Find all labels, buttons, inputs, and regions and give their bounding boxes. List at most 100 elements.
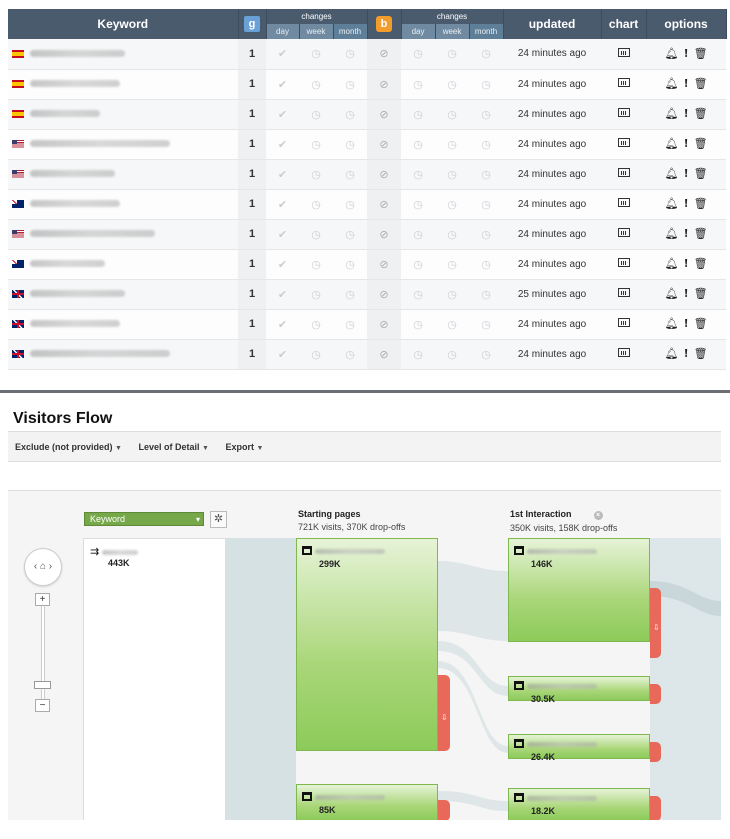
alert-icon[interactable]: ❗︎ bbox=[685, 258, 688, 270]
keyword-cell[interactable] bbox=[8, 339, 238, 370]
keyword-cell[interactable] bbox=[8, 219, 238, 250]
trash-icon[interactable]: 🗑︎ bbox=[694, 48, 708, 60]
exclude-not-provided-menu[interactable]: Exclude (not provided) ▼ bbox=[15, 442, 122, 452]
chart-cell[interactable] bbox=[601, 309, 647, 340]
bell-icon[interactable]: 🔔︎ bbox=[665, 108, 679, 120]
dropoff-bar[interactable] bbox=[650, 684, 661, 704]
bar-chart-icon[interactable] bbox=[617, 138, 630, 147]
chart-cell[interactable] bbox=[601, 99, 647, 130]
bell-icon[interactable]: 🔔︎ bbox=[665, 258, 679, 270]
chart-cell[interactable] bbox=[601, 249, 647, 280]
table-row[interactable]: 1 ✔ ◷ ◷ ⊘ ◷ ◷ ◷ 24 minutes ago 🔔︎ ❗︎ 🗑︎ bbox=[8, 99, 727, 130]
bar-chart-icon[interactable] bbox=[617, 258, 630, 267]
bar-chart-icon[interactable] bbox=[617, 318, 630, 327]
table-row[interactable]: 1 ✔ ◷ ◷ ⊘ ◷ ◷ ◷ 24 minutes ago 🔔︎ ❗︎ 🗑︎ bbox=[8, 309, 727, 340]
trash-icon[interactable]: 🗑︎ bbox=[694, 228, 708, 240]
starting-page-node[interactable]: 85K bbox=[296, 784, 438, 820]
chart-cell[interactable] bbox=[601, 219, 647, 250]
table-row[interactable]: 1 ✔ ◷ ◷ ⊘ ◷ ◷ ◷ 24 minutes ago 🔔︎ ❗︎ 🗑︎ bbox=[8, 159, 727, 190]
table-row[interactable]: 1 ✔ ◷ ◷ ⊘ ◷ ◷ ◷ 24 minutes ago 🔔︎ ❗︎ 🗑︎ bbox=[8, 219, 727, 250]
bell-icon[interactable]: 🔔︎ bbox=[665, 168, 679, 180]
header-day[interactable]: day bbox=[401, 24, 436, 39]
interaction-node[interactable]: 26.4K bbox=[508, 734, 650, 762]
keyword-cell[interactable] bbox=[8, 39, 238, 70]
trash-icon[interactable]: 🗑︎ bbox=[694, 318, 708, 330]
alert-icon[interactable]: ❗︎ bbox=[685, 198, 688, 210]
bar-chart-icon[interactable] bbox=[617, 348, 630, 357]
zoom-handle[interactable] bbox=[34, 681, 51, 689]
interaction-node[interactable]: 30.5K bbox=[508, 676, 650, 704]
bell-icon[interactable]: 🔔︎ bbox=[665, 198, 679, 210]
bell-icon[interactable]: 🔔︎ bbox=[665, 288, 679, 300]
header-month[interactable]: month bbox=[333, 24, 368, 39]
alert-icon[interactable]: ❗︎ bbox=[685, 138, 688, 150]
alert-icon[interactable]: ❗︎ bbox=[685, 168, 688, 180]
keyword-cell[interactable] bbox=[8, 309, 238, 340]
bell-icon[interactable]: 🔔︎ bbox=[665, 348, 679, 360]
level-of-detail-menu[interactable]: Level of Detail ▼ bbox=[138, 442, 208, 452]
keyword-cell[interactable] bbox=[8, 69, 238, 100]
chart-cell[interactable] bbox=[601, 129, 647, 160]
interaction-node[interactable]: 146K bbox=[508, 538, 650, 642]
chart-cell[interactable] bbox=[601, 279, 647, 310]
table-row[interactable]: 1 ✔ ◷ ◷ ⊘ ◷ ◷ ◷ 24 minutes ago 🔔︎ ❗︎ 🗑︎ bbox=[8, 339, 727, 370]
header-updated[interactable]: updated bbox=[503, 9, 602, 39]
zoom-in-button[interactable]: + bbox=[35, 593, 50, 606]
dropoff-bar[interactable]: ⇩ bbox=[650, 588, 661, 658]
interaction-node[interactable]: 18.2K bbox=[508, 788, 650, 820]
header-keyword[interactable]: Keyword bbox=[8, 9, 239, 39]
keyword-cell[interactable] bbox=[8, 189, 238, 220]
keyword-cell[interactable] bbox=[8, 129, 238, 160]
chart-cell[interactable] bbox=[601, 69, 647, 100]
dropoff-bar[interactable] bbox=[650, 742, 661, 762]
trash-icon[interactable]: 🗑︎ bbox=[694, 138, 708, 150]
trash-icon[interactable]: 🗑︎ bbox=[694, 78, 708, 90]
alert-icon[interactable]: ❗︎ bbox=[685, 228, 688, 240]
trash-icon[interactable]: 🗑︎ bbox=[694, 348, 708, 360]
close-icon[interactable]: × bbox=[593, 511, 603, 520]
header-week[interactable]: week bbox=[435, 24, 470, 39]
table-row[interactable]: 1 ✔ ◷ ◷ ⊘ ◷ ◷ ◷ 25 minutes ago 🔔︎ ❗︎ 🗑︎ bbox=[8, 279, 727, 310]
header-week[interactable]: week bbox=[299, 24, 334, 39]
trash-icon[interactable]: 🗑︎ bbox=[694, 288, 708, 300]
header-month[interactable]: month bbox=[469, 24, 504, 39]
visitors-flow-canvas[interactable]: Keyword ▾ ✲ Starting pages 721K visits, 3… bbox=[8, 490, 721, 820]
trash-icon[interactable]: 🗑︎ bbox=[694, 198, 708, 210]
gear-icon[interactable]: ✲ bbox=[210, 511, 227, 528]
pan-control[interactable]: ‹ ⌂ › bbox=[24, 548, 62, 586]
chart-cell[interactable] bbox=[601, 339, 647, 370]
bell-icon[interactable]: 🔔︎ bbox=[665, 48, 679, 60]
bar-chart-icon[interactable] bbox=[617, 168, 630, 177]
keyword-cell[interactable] bbox=[8, 279, 238, 310]
bar-chart-icon[interactable] bbox=[617, 228, 630, 237]
dimension-select[interactable]: Keyword ▾ bbox=[84, 512, 204, 526]
alert-icon[interactable]: ❗︎ bbox=[685, 108, 688, 120]
dropoff-bar[interactable]: ⇩ bbox=[438, 675, 450, 751]
alert-icon[interactable]: ❗︎ bbox=[685, 348, 688, 360]
bar-chart-icon[interactable] bbox=[617, 78, 630, 87]
dropoff-bar[interactable] bbox=[438, 800, 450, 820]
bell-icon[interactable]: 🔔︎ bbox=[665, 78, 679, 90]
table-row[interactable]: 1 ✔ ◷ ◷ ⊘ ◷ ◷ ◷ 24 minutes ago 🔔︎ ❗︎ 🗑︎ bbox=[8, 189, 727, 220]
trash-icon[interactable]: 🗑︎ bbox=[694, 258, 708, 270]
table-row[interactable]: 1 ✔ ◷ ◷ ⊘ ◷ ◷ ◷ 24 minutes ago 🔔︎ ❗︎ 🗑︎ bbox=[8, 249, 727, 280]
keyword-cell[interactable] bbox=[8, 249, 238, 280]
trash-icon[interactable]: 🗑︎ bbox=[694, 108, 708, 120]
source-node[interactable]: ⇉ 443K bbox=[90, 545, 138, 568]
zoom-slider[interactable] bbox=[41, 603, 45, 709]
keyword-cell[interactable] bbox=[8, 159, 238, 190]
export-menu[interactable]: Export ▼ bbox=[225, 442, 263, 452]
alert-icon[interactable]: ❗︎ bbox=[685, 48, 688, 60]
bar-chart-icon[interactable] bbox=[617, 288, 630, 297]
starting-page-node[interactable]: 299K bbox=[296, 538, 438, 751]
chart-cell[interactable] bbox=[601, 189, 647, 220]
table-row[interactable]: 1 ✔ ◷ ◷ ⊘ ◷ ◷ ◷ 24 minutes ago 🔔︎ ❗︎ 🗑︎ bbox=[8, 69, 727, 100]
table-row[interactable]: 1 ✔ ◷ ◷ ⊘ ◷ ◷ ◷ 24 minutes ago 🔔︎ ❗︎ 🗑︎ bbox=[8, 129, 727, 160]
chart-cell[interactable] bbox=[601, 39, 647, 70]
alert-icon[interactable]: ❗︎ bbox=[685, 288, 688, 300]
trash-icon[interactable]: 🗑︎ bbox=[694, 168, 708, 180]
table-row[interactable]: 1 ✔ ◷ ◷ ⊘ ◷ ◷ ◷ 24 minutes ago 🔔︎ ❗︎ 🗑︎ bbox=[8, 39, 727, 70]
bell-icon[interactable]: 🔔︎ bbox=[665, 228, 679, 240]
keyword-cell[interactable] bbox=[8, 99, 238, 130]
zoom-out-button[interactable]: − bbox=[35, 699, 50, 712]
